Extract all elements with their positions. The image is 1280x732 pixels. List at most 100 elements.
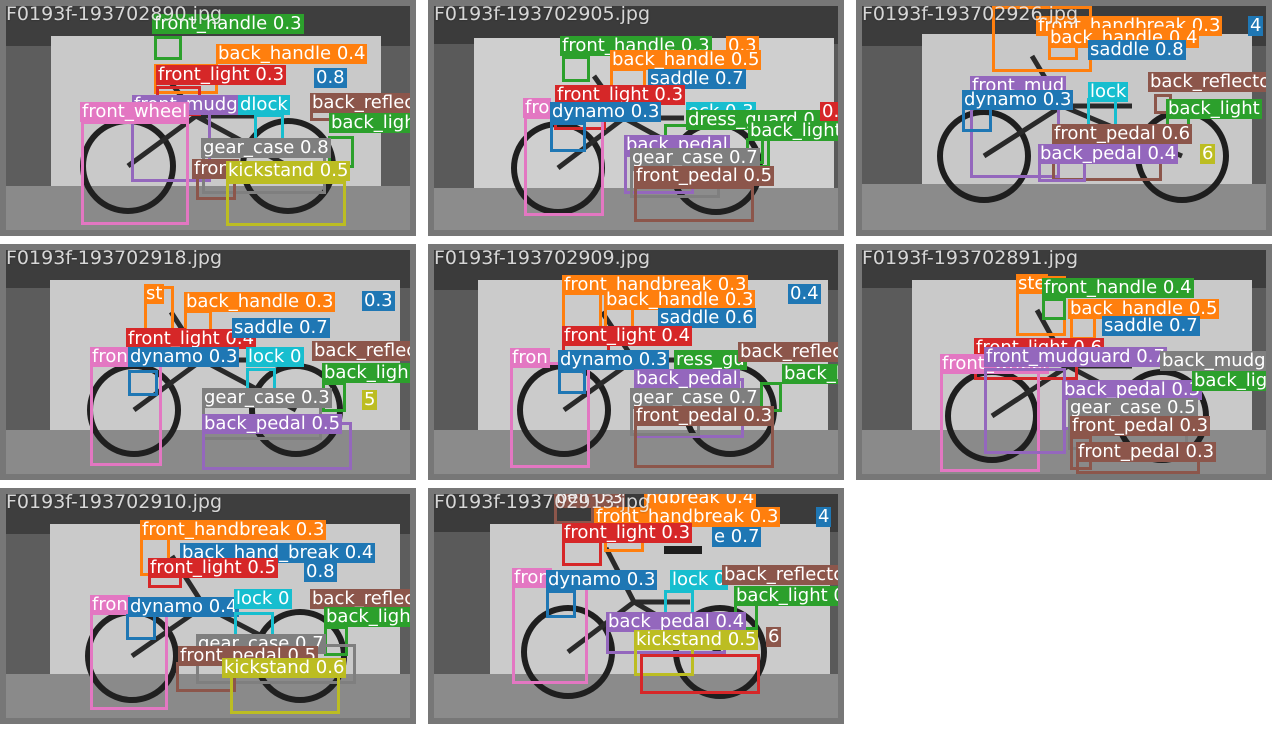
bbox-label: front_pedal 0.3: [1076, 441, 1217, 462]
bbox-label: front_pedal 0.3: [634, 405, 775, 426]
bbox-label: front_pedal 0.3: [1070, 415, 1211, 436]
bbox-label: 4: [816, 506, 832, 527]
bbox-label: lock: [1088, 81, 1129, 102]
tile-filename: F0193f-193702891.jpg: [862, 247, 1079, 269]
bbox-label: front_light 0.3: [156, 64, 287, 85]
bbox-label: front_light 0.3: [562, 522, 693, 543]
bbox-label: 5: [362, 389, 378, 410]
detection-overlay: front_handbreak 0.3 back_hand_break 0.4 …: [6, 494, 410, 718]
bbox-label: 6: [1200, 143, 1216, 164]
bbox: [226, 181, 346, 226]
tile-filename: F0193f-193702905.jpg: [434, 3, 651, 25]
image-tile: F0193f-193702910.jpg front_handbreak 0.3…: [0, 488, 416, 724]
bbox-label: dynamo 0.3: [558, 349, 670, 370]
bbox-label: back_mudguard 0.: [1160, 351, 1266, 371]
image-tile: F0193f-193702905.jpg front_handle 0.3 0.…: [428, 0, 844, 236]
bbox-label: back_pedal 0.5: [202, 413, 343, 434]
bbox-label: fro: [523, 97, 552, 118]
bbox-label: back_reflec: [310, 92, 415, 113]
bbox-label: back_reflec: [738, 341, 843, 362]
bbox-label: fron: [510, 347, 550, 368]
bbox-label: back_reflector 0.3: [722, 565, 838, 585]
bbox-label: front_pedal 0.5: [634, 165, 775, 186]
bbox-label: back_handle 0.4: [216, 43, 368, 64]
bbox-label: 0.8: [304, 561, 337, 582]
bbox-label: front_handle 0.4: [1042, 277, 1194, 298]
bbox-label: kickstand 0.5: [634, 629, 759, 650]
bbox-label: lock 0: [246, 346, 304, 367]
bbox: [154, 36, 182, 60]
bbox-label: back_pedal: [634, 368, 740, 389]
tile-filename: F0193f-193702910.jpg: [6, 491, 223, 513]
bbox-label: back_light: [748, 120, 842, 141]
bbox: [546, 590, 576, 618]
bbox-label: kickstand 0.6: [222, 657, 347, 678]
bbox: [562, 56, 590, 82]
bbox-label: saddle 0.7: [1102, 315, 1200, 336]
image-tile: F0193f-193702918.jpg st back_handle 0.3 …: [0, 244, 416, 480]
bbox-label: back_light 0.4: [734, 586, 838, 606]
bbox-label: dynamo 0.4: [128, 596, 240, 617]
bbox-label: back_pedal 0.4: [1038, 143, 1179, 164]
detection-overlay: front_handle 0.3 0.3 back_handle 0.5 sad…: [434, 6, 838, 230]
bbox-label: dlock: [238, 94, 290, 115]
tile-filename: F0193f-193702918.jpg: [6, 247, 223, 269]
detection-overlay: ste front_handle 0.4 back_handle 0.5 sad…: [862, 250, 1266, 474]
bbox-label: dynamo 0.3: [546, 569, 658, 590]
tile-filename: F0193f-193702909.jpg: [434, 247, 651, 269]
bbox-label: front_light 0.4: [562, 325, 693, 346]
bbox-label: lock 0: [234, 588, 292, 609]
bbox-label: dynamo 0.3: [550, 101, 662, 122]
bbox-label: 0.3: [362, 290, 395, 311]
bbox-label: gear_case 0.3: [202, 387, 332, 408]
bbox-label: front_wheel: [80, 101, 190, 122]
bbox-label: dynamo 0.3: [128, 346, 240, 367]
bbox-label: back_ligh: [1192, 371, 1266, 391]
bbox-label: fron: [90, 346, 130, 367]
detection-mosaic: F0193f-193702890.jpg front_handle 0.3 ba…: [0, 0, 1280, 732]
image-tile: F0193f-193702913.jpg bell 0.3 ndbreak 0.…: [428, 488, 844, 724]
detection-overlay: bell 0.3 ndbreak 0.4 front_handbreak 0.3…: [434, 494, 838, 718]
bbox-label: back_ligh: [782, 364, 838, 384]
tile-filename: F0193f-193702926.jpg: [862, 3, 1079, 25]
bbox-label: back_light: [1166, 98, 1262, 119]
bbox-label: ress_gu: [674, 349, 747, 370]
bbox-label: 0.8: [314, 67, 347, 88]
bbox-label: back_ligh: [322, 362, 410, 383]
bbox: [640, 654, 760, 694]
bbox: [634, 422, 774, 468]
detection-overlay: st back_handle 0.3 0.3 front_light 0.4 s…: [6, 250, 410, 474]
bbox: [634, 186, 754, 222]
image-tile: F0193f-193702890.jpg front_handle 0.3 ba…: [0, 0, 416, 236]
detection-overlay: front_handbreak 0.3 0.4 back_handle 0.3 …: [434, 250, 838, 474]
bbox-label: ndbreak 0.4: [644, 488, 757, 508]
bbox-label: back_reflec: [312, 341, 410, 361]
bbox: [558, 370, 586, 394]
bbox-label: e 0.7: [712, 526, 762, 547]
detection-overlay: front_handle 0.3 back_handle 0.4 front_l…: [6, 6, 410, 230]
bbox: [1042, 298, 1066, 320]
bbox: [81, 121, 189, 225]
bbox-label: 6: [766, 626, 782, 647]
bbox: [984, 368, 1066, 454]
bbox-label: 4: [1248, 15, 1264, 36]
image-tile: F0193f-193702926.jpg front_handbreak 0.3…: [856, 0, 1272, 236]
bbox-label: fron: [90, 594, 130, 615]
bbox-label: back_ligh: [329, 112, 416, 133]
bbox-label: back_reflecto: [1148, 71, 1271, 92]
bbox-label: front_light 0.5: [148, 557, 279, 578]
image-tile: F0193f-193702891.jpg ste front_handle 0.…: [856, 244, 1272, 480]
bbox: [128, 370, 158, 396]
bbox-label: dynamo 0.3: [962, 89, 1074, 110]
bbox-label: back_light: [324, 607, 410, 627]
tile-filename: F0193f-193702913.jpg: [434, 491, 651, 513]
bbox-label: back_handle 0.3: [184, 291, 336, 312]
bbox-label: 0.8: [820, 102, 838, 122]
bbox-label: st: [144, 283, 165, 304]
bbox: [126, 614, 156, 640]
bbox-label: front_handbreak 0.3: [140, 519, 327, 540]
bbox-label: front_mudguard 0.7: [984, 346, 1167, 367]
bbox-label: front_pedal 0.6: [1052, 123, 1193, 144]
bbox-label: lock 0: [670, 569, 728, 590]
bbox-label: saddle 0.8: [1088, 39, 1186, 60]
